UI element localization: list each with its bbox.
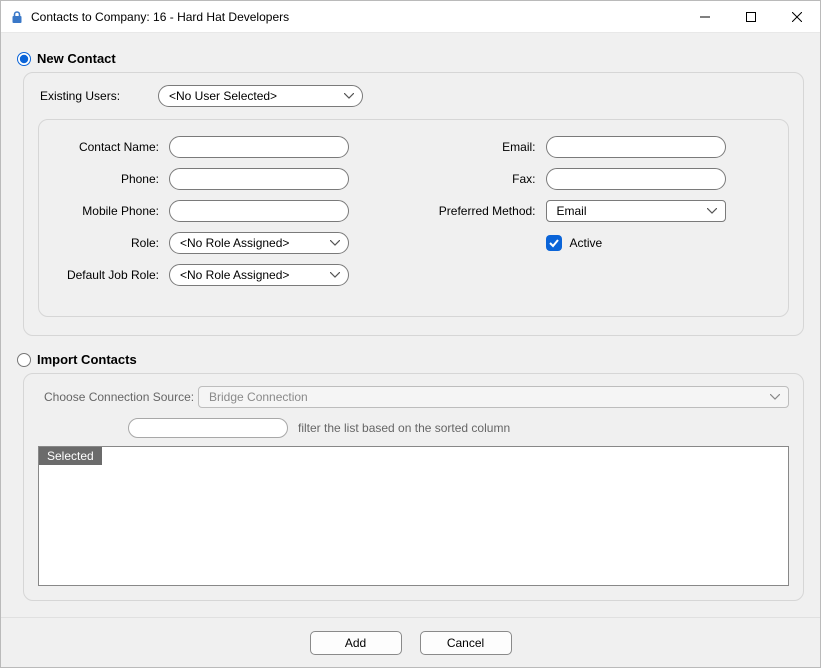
chevron-down-icon [707, 208, 717, 214]
mode-import-row: Import Contacts [17, 352, 804, 367]
maximize-button[interactable] [728, 1, 774, 32]
contact-fields-panel: Contact Name: Phone: Mobile Phone: Role: [38, 119, 789, 317]
import-panel: Choose Connection Source: Bridge Connect… [23, 373, 804, 601]
existing-users-select[interactable]: <No User Selected> [158, 85, 363, 107]
fax-label: Fax: [434, 172, 546, 186]
footer-buttons: Add Cancel [1, 617, 820, 667]
connection-source-value: Bridge Connection [209, 390, 308, 404]
content-area: New Contact Existing Users: <No User Sel… [1, 33, 820, 617]
existing-users-label: Existing Users: [38, 89, 158, 103]
email-label: Email: [434, 140, 546, 154]
radio-new-contact-label: New Contact [37, 51, 116, 66]
radio-import-label: Import Contacts [37, 352, 137, 367]
preferred-method-value: Email [557, 204, 703, 218]
minimize-button[interactable] [682, 1, 728, 32]
connection-source-select[interactable]: Bridge Connection [198, 386, 789, 408]
default-job-role-value: <No Role Assigned> [180, 268, 326, 282]
radio-new-contact[interactable] [17, 52, 31, 66]
connection-source-label: Choose Connection Source: [38, 390, 198, 404]
default-job-role-select[interactable]: <No Role Assigned> [169, 264, 349, 286]
filter-hint: filter the list based on the sorted colu… [298, 421, 510, 435]
chevron-down-icon [770, 394, 780, 400]
filter-input[interactable] [128, 418, 288, 438]
email-input[interactable] [546, 136, 726, 158]
add-button[interactable]: Add [310, 631, 402, 655]
default-job-role-label: Default Job Role: [57, 268, 169, 282]
mode-new-contact-row: New Contact [17, 51, 804, 66]
grid-header: Selected [39, 447, 788, 465]
preferred-method-select[interactable]: Email [546, 200, 726, 222]
filter-row: filter the list based on the sorted colu… [38, 418, 789, 438]
chevron-down-icon [330, 272, 340, 278]
chevron-down-icon [330, 240, 340, 246]
window-title: Contacts to Company: 16 - Hard Hat Devel… [31, 10, 682, 24]
active-row: Active [546, 235, 603, 251]
titlebar: Contacts to Company: 16 - Hard Hat Devel… [1, 1, 820, 33]
contact-name-label: Contact Name: [57, 140, 169, 154]
radio-import-contacts[interactable] [17, 353, 31, 367]
role-value: <No Role Assigned> [180, 236, 326, 250]
active-label: Active [570, 236, 603, 250]
existing-users-row: Existing Users: <No User Selected> [38, 85, 789, 107]
active-checkbox[interactable] [546, 235, 562, 251]
fax-input[interactable] [546, 168, 726, 190]
phone-label: Phone: [57, 172, 169, 186]
mobile-input[interactable] [169, 200, 349, 222]
fields-left-col: Contact Name: Phone: Mobile Phone: Role: [57, 136, 394, 296]
mobile-label: Mobile Phone: [57, 204, 169, 218]
fields-right-col: Email: Fax: Preferred Method: Email [434, 136, 771, 296]
connection-source-row: Choose Connection Source: Bridge Connect… [38, 386, 789, 408]
phone-input[interactable] [169, 168, 349, 190]
contacts-grid[interactable]: Selected [38, 446, 789, 586]
role-select[interactable]: <No Role Assigned> [169, 232, 349, 254]
contact-name-input[interactable] [169, 136, 349, 158]
new-contact-panel: Existing Users: <No User Selected> Conta… [23, 72, 804, 336]
existing-users-value: <No User Selected> [169, 89, 340, 103]
chevron-down-icon [344, 93, 354, 99]
role-label: Role: [57, 236, 169, 250]
preferred-method-label: Preferred Method: [434, 204, 546, 218]
dialog-window: Contacts to Company: 16 - Hard Hat Devel… [0, 0, 821, 668]
close-button[interactable] [774, 1, 820, 32]
lock-icon [9, 9, 25, 25]
grid-col-selected[interactable]: Selected [39, 447, 103, 465]
cancel-button[interactable]: Cancel [420, 631, 512, 655]
